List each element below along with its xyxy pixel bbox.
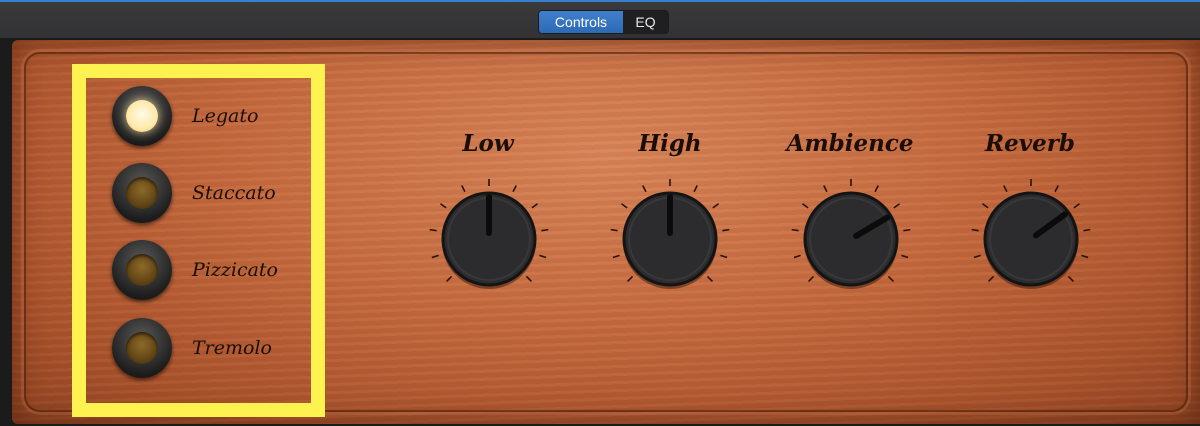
knob-tick [973,254,981,259]
knob-tick [874,185,879,193]
knob-tick [1054,185,1059,193]
knob-tick [901,254,909,259]
knob-tick [1073,203,1081,209]
knob-tick [1083,228,1091,232]
knob-tick [893,203,901,209]
high-knob[interactable] [605,174,735,304]
knob-tick [512,185,517,193]
reverb-knob[interactable] [966,174,1096,304]
knob-tick [446,275,453,282]
knob-tick [887,275,894,282]
knob-tick [539,254,547,259]
knob-tick [722,228,730,232]
knob-tick [620,203,628,209]
knob-tick [791,228,799,232]
knob-tick [988,275,995,282]
low-knob[interactable] [424,174,554,304]
knob-tick [627,275,634,282]
knob-tick [981,203,989,209]
knob-tick [808,275,815,282]
tab-eq[interactable]: EQ [623,11,668,33]
top-toolbar: Controls EQ [0,0,1200,38]
knob-tick [793,254,801,259]
knob-tick [642,185,647,193]
knob-tick [1067,275,1074,282]
ambience-knob-label: Ambience [786,130,914,157]
knob-tick [823,185,828,193]
knob-tick [431,254,439,259]
knob-tick [541,228,549,232]
knob-tick [712,203,720,209]
knob-tick [693,185,698,193]
knob-tick [525,275,532,282]
knob-tick [720,254,728,259]
knob-tick [531,203,539,209]
view-segmented-control: Controls EQ [538,10,669,34]
low-knob-label: Low [462,130,514,157]
knob-body [983,191,1079,287]
knob-tick [1003,185,1008,193]
ambience-knob[interactable] [786,174,916,304]
knob-tick [706,275,713,282]
knob-tick [429,228,437,232]
knob-body [803,191,899,287]
knob-tick [801,203,809,209]
knob-tick [971,228,979,232]
knob-tick [612,254,620,259]
tab-controls[interactable]: Controls [539,11,623,33]
knob-tick [461,185,466,193]
knob-tick [439,203,447,209]
reverb-knob-label: Reverb [985,130,1075,157]
knob-tick [1081,254,1089,259]
high-knob-label: High [638,130,702,157]
knob-tick [610,228,618,232]
articulation-highlight-box [72,64,325,417]
knob-tick [903,228,911,232]
